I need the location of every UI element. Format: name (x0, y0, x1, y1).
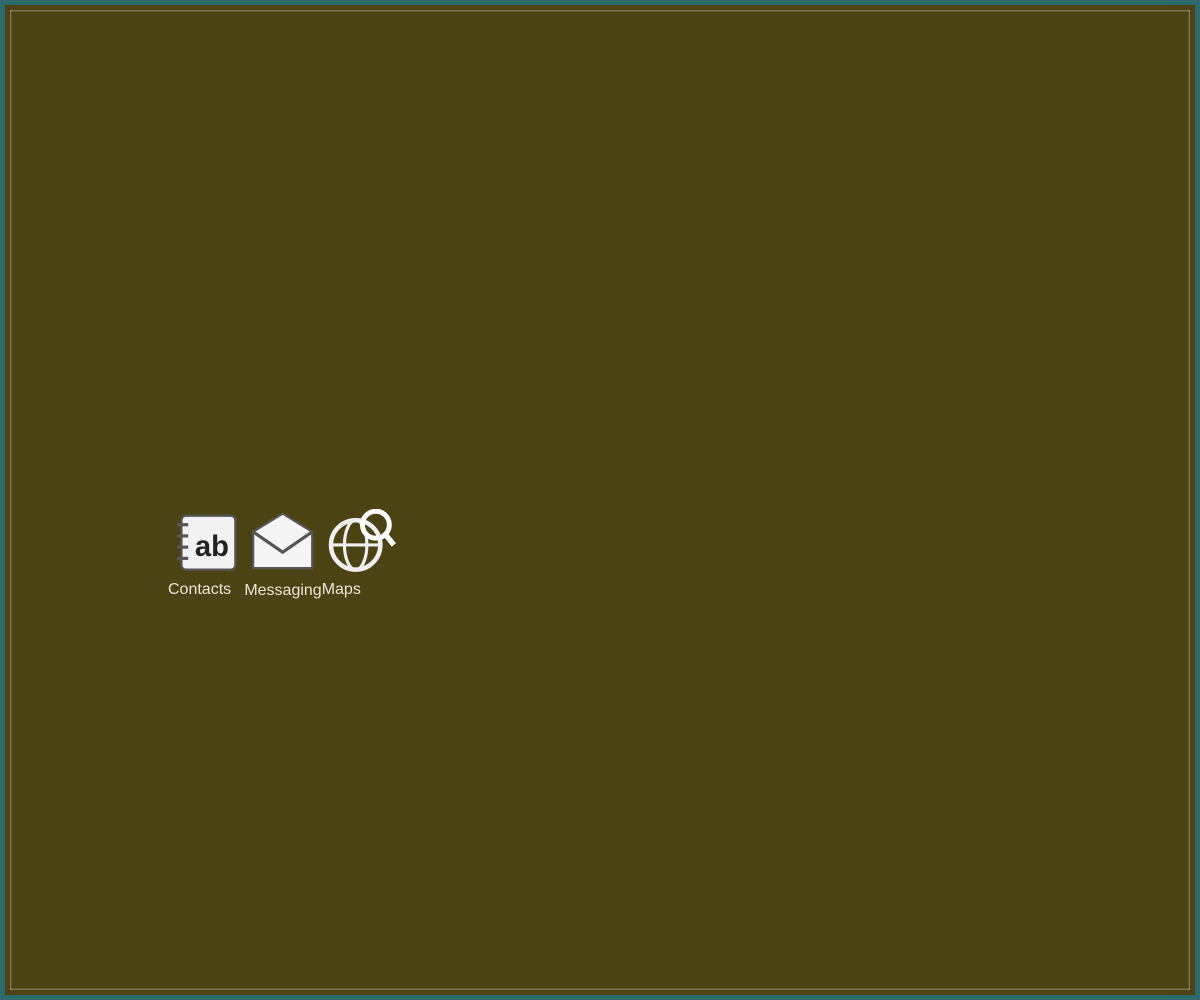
app-cell-contacts[interactable]: ab Contacts (168, 509, 244, 600)
app-label: Contacts (168, 581, 232, 599)
phone-home-screen: ⚌ AirTel Sat 28/11/2009 Contacts (5, 5, 1195, 995)
app-label: Maps (321, 581, 361, 599)
phone-mockup: NOKIA ⚌ AirTel Sat 28/11/2009 (5, 5, 1195, 995)
leaf-wallpaper (5, 5, 1195, 995)
app-cell-messaging[interactable]: Messaging (244, 509, 322, 600)
contacts-icon: ab (168, 509, 244, 581)
app-label: Messaging (244, 582, 322, 600)
messaging-icon (244, 509, 321, 582)
svg-text:ab: ab (195, 531, 229, 563)
maps-icon (322, 508, 398, 581)
theme-poster: YELLOW LEAVES YELLOW LEAVES ⚌ Menu 10:12… (0, 0, 1200, 1000)
app-cell-maps[interactable]: Maps (321, 508, 398, 600)
